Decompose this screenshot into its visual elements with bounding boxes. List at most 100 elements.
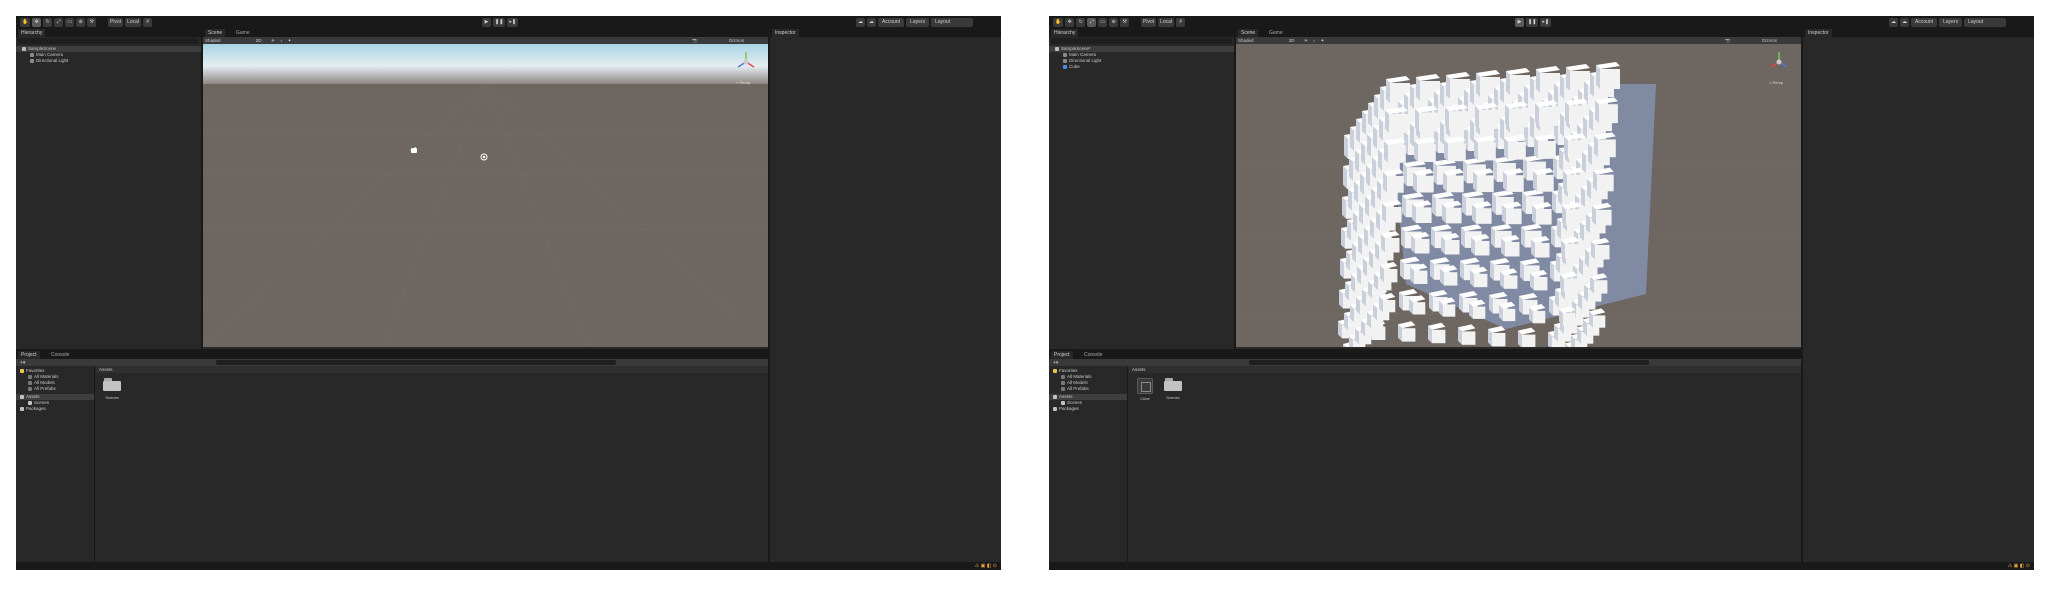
- pivot-button[interactable]: Pivot: [1141, 18, 1157, 27]
- local-button[interactable]: Local: [125, 18, 142, 27]
- persp-label[interactable]: < Persp: [736, 80, 751, 85]
- move-tool-icon[interactable]: ✥: [1065, 18, 1075, 27]
- asset-tile[interactable]: Cube: [1135, 378, 1155, 401]
- play-icon[interactable]: ▶: [482, 18, 491, 27]
- cube-block: [1533, 311, 1546, 324]
- tab-hierarchy[interactable]: Hierarchy: [18, 29, 46, 37]
- favorites-child[interactable]: All Prefabs: [16, 386, 94, 392]
- transform-tool-icon[interactable]: ⊕: [1109, 18, 1119, 27]
- move-tool-icon[interactable]: ✥: [32, 18, 42, 27]
- camera-icon[interactable]: 📷: [1725, 37, 1731, 44]
- cube-block: [1410, 85, 1414, 109]
- layout-dropdown[interactable]: Layout: [1964, 18, 2007, 27]
- tab-inspector[interactable]: Inspector: [772, 29, 799, 37]
- project-breadcrumb[interactable]: Assets: [1129, 366, 1801, 373]
- unity-editor-cube-scene: ✋ ✥ ↻ ⤢ ▭ ⊕ ⚒ Pivot Local # ▶ ❚❚ ▸❚ ☁ ☁ …: [1049, 16, 2034, 570]
- rect-tool-icon[interactable]: ▭: [65, 18, 75, 27]
- grid-snap-icon[interactable]: #: [1176, 18, 1186, 27]
- hierarchy-item[interactable]: Directional Light: [16, 58, 201, 64]
- lighting-icon[interactable]: ☀: [271, 38, 275, 43]
- mode-2d-toggle[interactable]: 2D: [256, 38, 262, 43]
- cube-block: [1448, 143, 1466, 162]
- tab-console[interactable]: Console: [1081, 351, 1106, 359]
- tab-hierarchy[interactable]: Hierarchy: [1051, 29, 1079, 37]
- rect-tool-icon[interactable]: ▭: [1098, 18, 1108, 27]
- status-icons[interactable]: ⚠ ▣ ◧ ⊙: [2008, 563, 2030, 569]
- packages-folder-item[interactable]: Packages: [16, 406, 94, 412]
- scene-viewport[interactable]: < Persp: [203, 44, 768, 347]
- custom-tool-icon[interactable]: ⚒: [1120, 18, 1130, 27]
- layout-dropdown[interactable]: Layout: [931, 18, 974, 27]
- rotate-tool-icon[interactable]: ↻: [43, 18, 53, 27]
- packages-folder-item[interactable]: Packages: [1049, 406, 1127, 412]
- asset-tile[interactable]: Scenes: [102, 378, 122, 400]
- tab-inspector[interactable]: Inspector: [1805, 29, 1832, 37]
- scene-panel: Scene Game Shaded 2D ☀ ♪ ✦ 📷 Gizmos < Pe…: [203, 29, 768, 349]
- cloud-icon[interactable]: ☁: [1900, 18, 1909, 27]
- layers-dropdown[interactable]: Layers: [906, 18, 930, 27]
- cube-block: [1440, 83, 1444, 107]
- asset-tile[interactable]: Scenes: [1163, 378, 1183, 400]
- cube-block: [1598, 139, 1616, 158]
- cube-block: [1596, 209, 1612, 226]
- hierarchy-search-input[interactable]: [1051, 38, 1232, 44]
- scene-viewport[interactable]: < Persp: [1236, 44, 1801, 347]
- grid-snap-icon[interactable]: #: [143, 18, 153, 27]
- project-search-input[interactable]: [216, 360, 616, 365]
- status-icons[interactable]: ⚠ ▣ ◧ ⊙: [975, 563, 997, 569]
- lighting-icon[interactable]: ☀: [1304, 38, 1308, 43]
- cube-block: [1386, 79, 1390, 103]
- collab-icon[interactable]: ☁: [1889, 18, 1898, 27]
- effects-icon[interactable]: ✦: [288, 38, 292, 43]
- tab-game[interactable]: Game: [1266, 29, 1286, 37]
- cube-block: [1402, 328, 1416, 342]
- local-button[interactable]: Local: [1158, 18, 1175, 27]
- play-icon[interactable]: ▶: [1515, 18, 1524, 27]
- project-search-input[interactable]: [1249, 360, 1649, 365]
- audio-icon[interactable]: ♪: [280, 38, 282, 43]
- pivot-button[interactable]: Pivot: [108, 18, 124, 27]
- tab-scene[interactable]: Scene: [1238, 29, 1259, 37]
- scene-toolbar: Shaded 2D ☀ ♪ ✦ 📷 Gizmos: [203, 37, 768, 44]
- hierarchy-item[interactable]: Cube: [1049, 64, 1234, 70]
- account-dropdown[interactable]: Account: [1911, 18, 1938, 27]
- account-dropdown[interactable]: Account: [878, 18, 905, 27]
- rotate-tool-icon[interactable]: ↻: [1076, 18, 1086, 27]
- gizmos-dropdown[interactable]: Gizmos: [729, 37, 744, 44]
- shading-mode-dropdown[interactable]: Shaded: [1238, 38, 1254, 43]
- tab-game[interactable]: Game: [233, 29, 253, 37]
- pause-icon[interactable]: ❚❚: [1526, 18, 1539, 27]
- cube-block: [1414, 270, 1428, 284]
- inspector-tabbar: Inspector: [770, 29, 1001, 37]
- pause-icon[interactable]: ❚❚: [493, 18, 506, 27]
- folder-icon: [1164, 378, 1182, 391]
- persp-label[interactable]: < Persp: [1769, 80, 1784, 85]
- shading-mode-dropdown[interactable]: Shaded: [205, 38, 221, 43]
- cube-block: [1530, 77, 1534, 101]
- cloud-icon[interactable]: ☁: [867, 18, 876, 27]
- hierarchy-search-input[interactable]: [18, 38, 199, 44]
- scale-tool-icon[interactable]: ⤢: [54, 18, 64, 27]
- tab-console[interactable]: Console: [48, 351, 73, 359]
- audio-icon[interactable]: ♪: [1313, 38, 1315, 43]
- search-icon: [28, 380, 32, 385]
- step-icon[interactable]: ▸❚: [507, 18, 519, 27]
- cube-block: [1470, 119, 1474, 143]
- project-breadcrumb[interactable]: Assets: [96, 366, 768, 373]
- custom-tool-icon[interactable]: ⚒: [87, 18, 97, 27]
- effects-icon[interactable]: ✦: [1321, 38, 1325, 43]
- camera-icon[interactable]: 📷: [692, 37, 698, 44]
- tab-project[interactable]: Project: [1051, 351, 1073, 359]
- favorites-child[interactable]: All Prefabs: [1049, 386, 1127, 392]
- step-icon[interactable]: ▸❚: [1540, 18, 1552, 27]
- scale-tool-icon[interactable]: ⤢: [1087, 18, 1097, 27]
- transform-tool-icon[interactable]: ⊕: [76, 18, 86, 27]
- tab-scene[interactable]: Scene: [205, 29, 226, 37]
- mode-2d-toggle[interactable]: 2D: [1289, 38, 1295, 43]
- gizmos-dropdown[interactable]: Gizmos: [1762, 37, 1777, 44]
- collab-icon[interactable]: ☁: [856, 18, 865, 27]
- layers-dropdown[interactable]: Layers: [1939, 18, 1963, 27]
- hand-tool-icon[interactable]: ✋: [1053, 18, 1064, 27]
- hand-tool-icon[interactable]: ✋: [20, 18, 31, 27]
- tab-project[interactable]: Project: [18, 351, 40, 359]
